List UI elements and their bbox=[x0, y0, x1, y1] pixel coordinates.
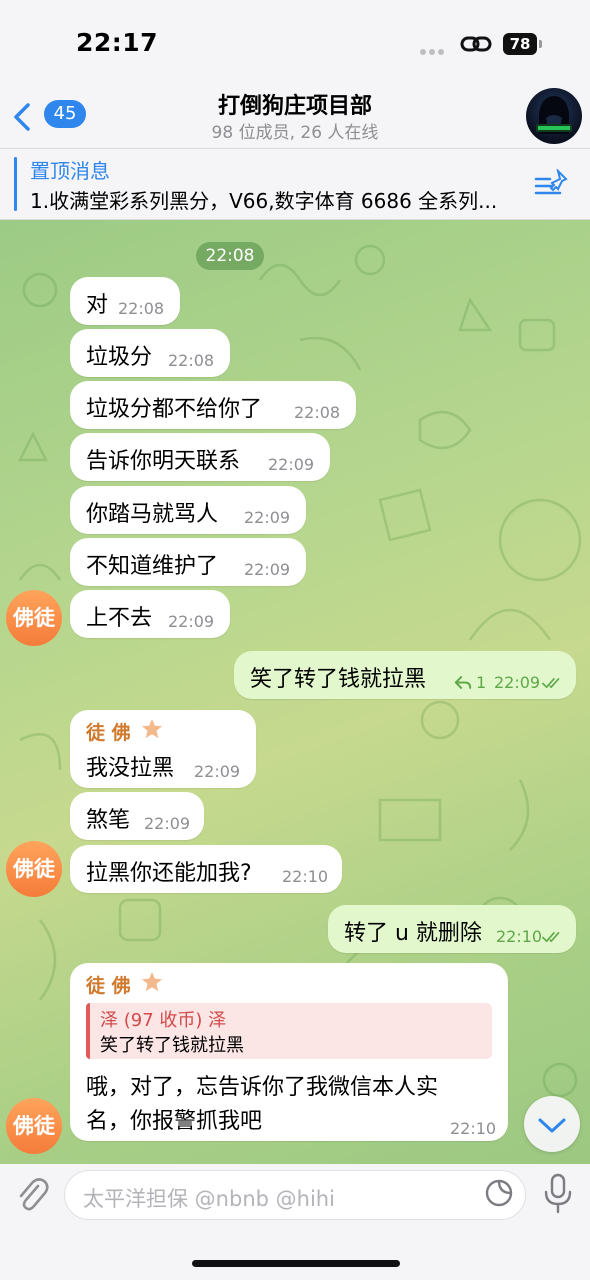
double-check-icon bbox=[542, 678, 560, 688]
message-text: 上不去 bbox=[86, 606, 153, 631]
message-bubble[interactable]: 徒 佛 泽 (97 收币) 泽 笑了转了钱就拉黑 哦，对了，忘告诉你了我微信本人… bbox=[70, 963, 508, 1141]
message-time: 22:08 bbox=[118, 299, 165, 318]
status-bar: 22:17 78 bbox=[0, 0, 590, 88]
pinned-text: 1.收满堂彩系列黑分，V66,数字体育 6686 全系列... bbox=[30, 189, 498, 213]
user-avatar[interactable]: 佛徒 bbox=[6, 841, 62, 897]
scroll-to-bottom-button[interactable] bbox=[524, 1096, 580, 1152]
signal-icon bbox=[420, 40, 450, 55]
sticker-icon[interactable] bbox=[484, 1178, 514, 1208]
message-text: 对 bbox=[86, 293, 109, 318]
message-time: 22:10 bbox=[450, 1119, 497, 1138]
group-avatar[interactable] bbox=[526, 88, 582, 144]
message-time: 22:09 bbox=[144, 814, 191, 833]
message-text: 笑了转了钱就拉黑 bbox=[250, 667, 427, 692]
message-time: 22:09 bbox=[168, 612, 215, 631]
quoted-text: 笑了转了钱就拉黑 bbox=[100, 1035, 244, 1056]
message-time: 22:10 bbox=[496, 927, 543, 946]
message-bubble[interactable]: 对 22:08 bbox=[70, 277, 180, 325]
message-input[interactable]: 太平洋担保 @nbnb @hihi bbox=[64, 1170, 526, 1220]
chat-title[interactable]: 打倒狗庄项目部 bbox=[0, 88, 590, 120]
message-bubble[interactable]: 拉黑你还能加我? 22:10 bbox=[70, 845, 342, 893]
microphone-icon[interactable] bbox=[542, 1172, 574, 1216]
message-text: 垃圾分都不给你了 bbox=[86, 397, 263, 422]
message-text: 不知道维护了 bbox=[86, 554, 219, 579]
message-time: 22:08 bbox=[294, 403, 341, 422]
message-text: 你踏马就骂人 bbox=[86, 502, 219, 527]
status-time: 22:17 bbox=[76, 28, 159, 57]
message-text-line: 哦，对了，忘告诉你了我微信本人实 bbox=[86, 1075, 439, 1100]
chat-subtitle: 98 位成员, 26 人在线 bbox=[211, 123, 379, 143]
reply-count: 1 bbox=[476, 673, 487, 692]
message-bubble[interactable]: 垃圾分都不给你了 22:08 bbox=[70, 381, 356, 429]
pinned-list-icon[interactable] bbox=[534, 169, 570, 199]
message-bubble[interactable]: 垃圾分 22:08 bbox=[70, 329, 230, 377]
message-time: 22:10 bbox=[282, 867, 329, 886]
quoted-reply[interactable]: 泽 (97 收币) 泽 笑了转了钱就拉黑 bbox=[86, 1003, 492, 1059]
chat-header: 45 打倒狗庄项目部 98 位成员, 26 人在线 bbox=[0, 88, 590, 148]
message-bubble-outgoing[interactable]: 转了 u 就删除 22:10 bbox=[328, 905, 576, 953]
message-input-bar: 太平洋担保 @nbnb @hihi bbox=[0, 1164, 590, 1280]
star-icon bbox=[142, 972, 162, 991]
message-text: 煞笔 bbox=[86, 808, 131, 833]
reply-arrow-icon bbox=[454, 676, 472, 689]
input-placeholder: 太平洋担保 @nbnb @hihi bbox=[83, 1187, 335, 1211]
quoted-sender: 泽 (97 收币) 泽 bbox=[100, 1010, 227, 1031]
message-text-line: 名，你报警抓我吧 bbox=[86, 1109, 263, 1134]
message-bubble[interactable]: 煞笔 22:09 bbox=[70, 792, 204, 840]
message-time: 22:09 bbox=[244, 508, 291, 527]
date-separator: 22:08 bbox=[196, 242, 264, 270]
message-text: 转了 u 就删除 bbox=[344, 921, 482, 946]
message-time: 22:08 bbox=[168, 351, 215, 370]
message-bubble[interactable]: 告诉你明天联系 22:09 bbox=[70, 433, 330, 481]
double-check-icon bbox=[542, 932, 560, 942]
message-time: 22:09 bbox=[194, 762, 241, 781]
hooded-figure-icon bbox=[536, 96, 572, 134]
sender-name: 徒 佛 bbox=[86, 975, 131, 997]
pinned-title: 置顶消息 bbox=[30, 159, 110, 183]
message-text: 告诉你明天联系 bbox=[86, 449, 241, 474]
chevron-down-icon bbox=[538, 1118, 566, 1133]
sender-name: 徒 佛 bbox=[86, 722, 131, 744]
message-bubble[interactable]: 徒 佛 我没拉黑 22:09 bbox=[70, 710, 256, 788]
message-text: 拉黑你还能加我? bbox=[86, 861, 252, 886]
paperclip-icon[interactable] bbox=[14, 1174, 50, 1214]
user-avatar[interactable]: 佛徒 bbox=[6, 590, 62, 646]
battery-indicator: 78 bbox=[503, 33, 537, 55]
battery-tip bbox=[539, 40, 542, 48]
message-time: 22:09 bbox=[244, 560, 291, 579]
message-bubble-outgoing[interactable]: 笑了转了钱就拉黑 1 22:09 bbox=[234, 651, 576, 699]
user-avatar[interactable]: 佛徒 bbox=[6, 1098, 62, 1154]
link-icon bbox=[460, 36, 492, 52]
message-time: 22:09 bbox=[494, 673, 541, 692]
message-list[interactable]: 22:08 对 22:08 垃圾分 22:08 垃圾分都不给你了 22:08 告… bbox=[0, 220, 590, 1164]
message-text: 我没拉黑 bbox=[86, 756, 175, 781]
pinned-indicator bbox=[14, 157, 17, 211]
message-time: 22:09 bbox=[268, 455, 315, 474]
star-icon bbox=[142, 719, 162, 738]
message-text: 垃圾分 bbox=[86, 345, 153, 370]
message-bubble[interactable]: 你踏马就骂人 22:09 bbox=[70, 486, 306, 534]
quoted-reply-bar bbox=[86, 1003, 90, 1059]
message-bubble[interactable]: 上不去 22:09 bbox=[70, 590, 230, 638]
home-indicator bbox=[192, 1260, 400, 1267]
message-bubble[interactable]: 不知道维护了 22:09 bbox=[70, 538, 306, 586]
pinned-message[interactable]: 置顶消息 1.收满堂彩系列黑分，V66,数字体育 6686 全系列... bbox=[0, 148, 590, 220]
